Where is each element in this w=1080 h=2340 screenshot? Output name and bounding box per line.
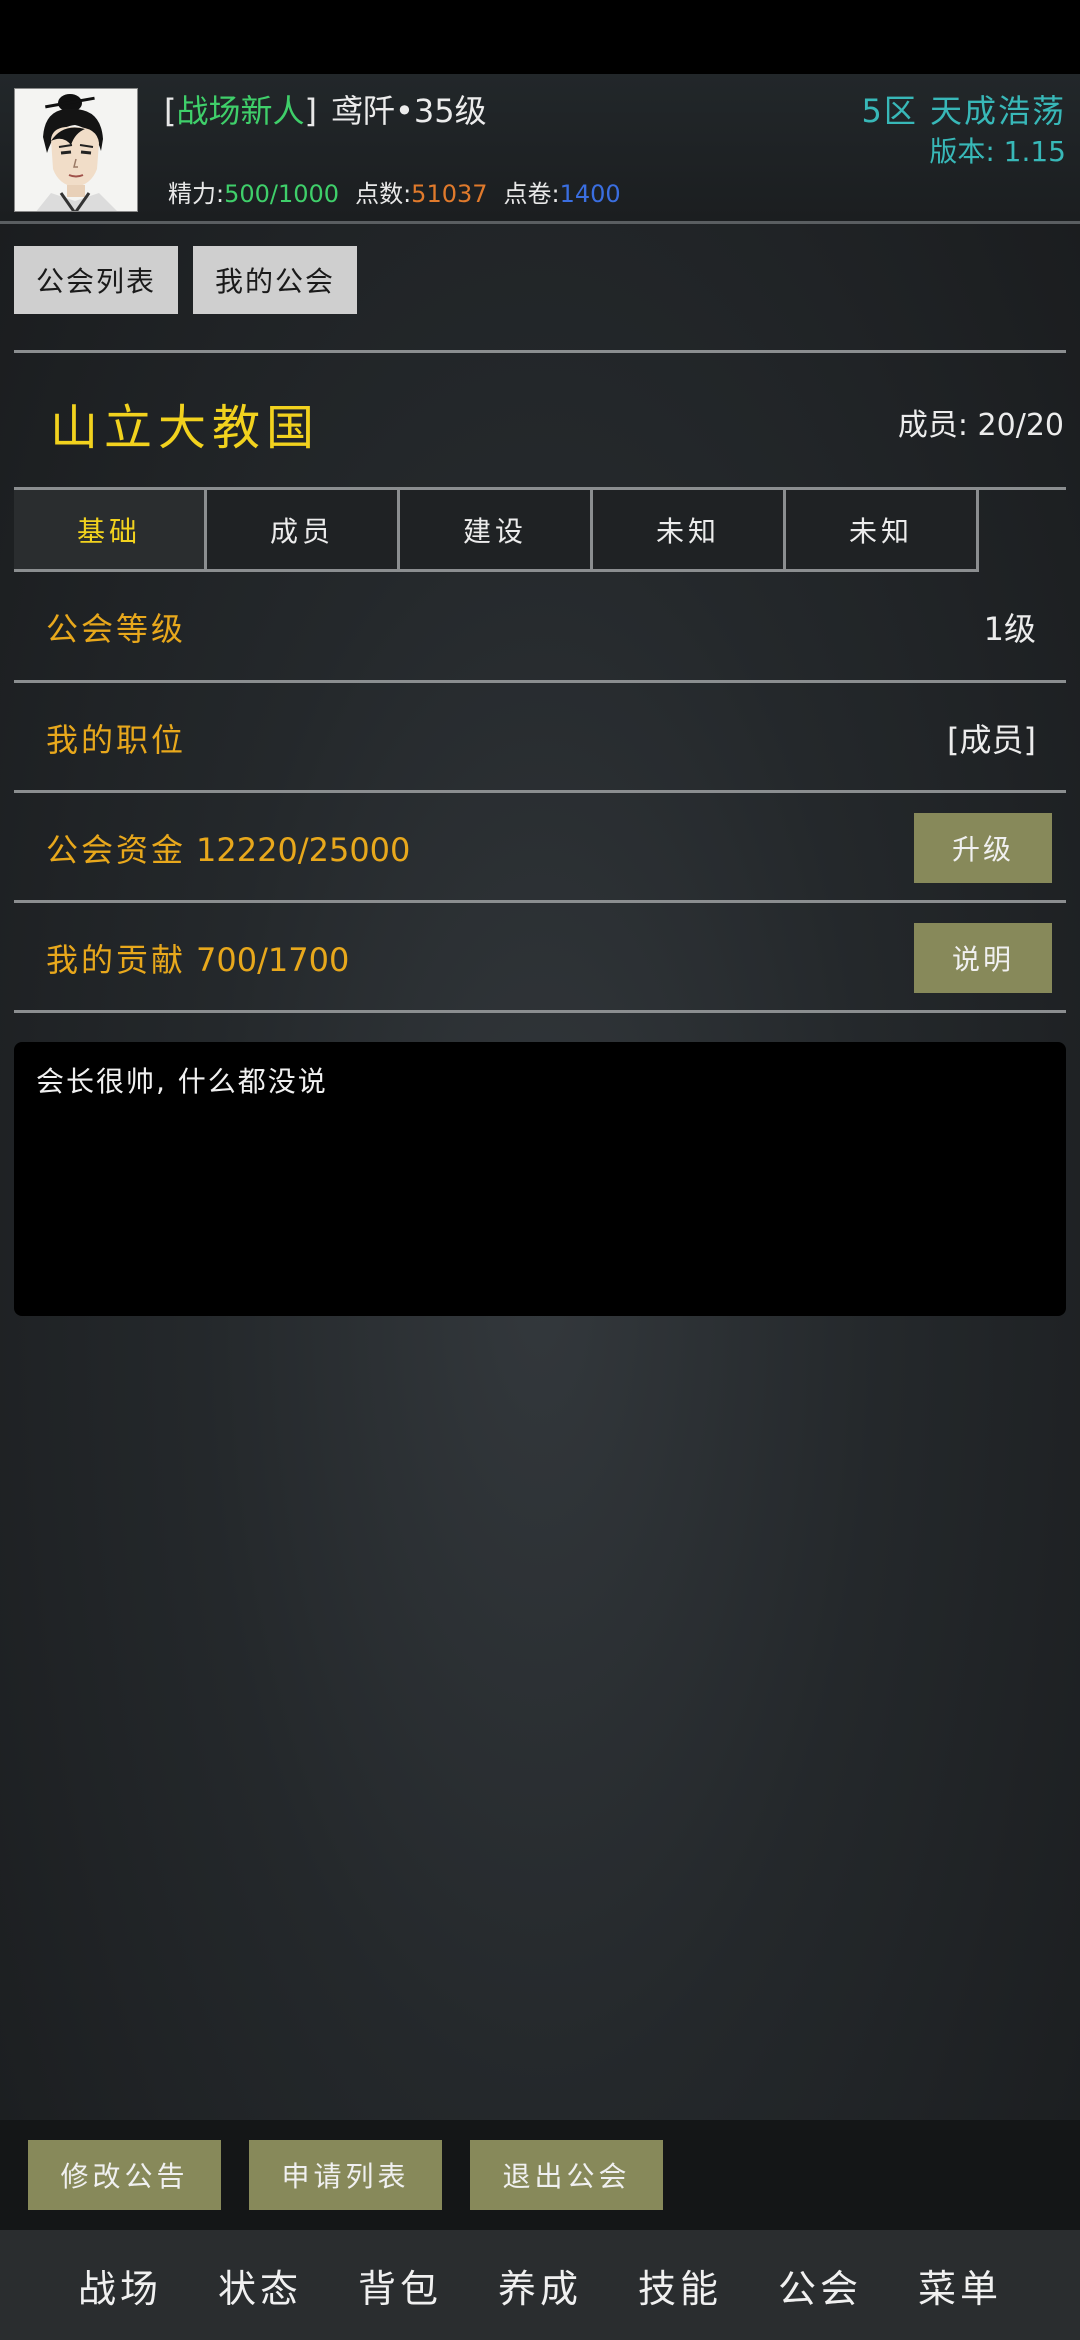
edit-notice-button[interactable]: 修改公告 <box>28 2140 221 2210</box>
guild-funds-value: 12220/25000 <box>196 831 411 869</box>
points-label: 点数: <box>355 180 412 208</box>
tab-basic[interactable]: 基础 <box>14 490 207 572</box>
player-name-level: 鸢阡•35级 <box>330 92 487 130</box>
bottom-nav: 战场 状态 背包 养成 技能 公会 菜单 <box>0 2230 1080 2340</box>
tab-unknown-2[interactable]: 未知 <box>786 490 979 572</box>
nav-skills[interactable]: 技能 <box>610 2258 750 2313</box>
nav-menu[interactable]: 菜单 <box>890 2258 1030 2313</box>
guild-name: 山立大教国 <box>50 400 321 456</box>
guild-members: 成员: 20/20 <box>898 400 1064 444</box>
player-stats: 精力:500/1000 点数:51037 点卷:1400 <box>168 174 621 209</box>
title-bracket-open: [ <box>164 92 177 130</box>
energy-label: 精力: <box>168 180 225 208</box>
energy-value: 500/1000 <box>224 180 340 208</box>
my-contribution-label-text: 我的贡献 <box>46 941 187 979</box>
nav-battlefield[interactable]: 战场 <box>50 2258 190 2313</box>
version-label: 版本: 1.15 <box>929 135 1066 168</box>
my-position-value: [成员] <box>947 721 1036 759</box>
my-contribution-value: 700/1700 <box>196 941 350 979</box>
upgrade-button[interactable]: 升级 <box>914 813 1052 883</box>
members-label: 成员: <box>897 408 968 443</box>
nav-guild[interactable]: 公会 <box>750 2258 890 2313</box>
explain-button[interactable]: 说明 <box>914 923 1052 993</box>
tab-members[interactable]: 成员 <box>207 490 400 572</box>
vouchers-label: 点卷: <box>503 180 560 208</box>
divider <box>14 350 1066 353</box>
nav-cultivation[interactable]: 养成 <box>470 2258 610 2313</box>
status-bar <box>0 0 1080 74</box>
guild-action-bar: 修改公告 申请列表 退出公会 <box>0 2120 1080 2230</box>
application-list-button[interactable]: 申请列表 <box>249 2140 442 2210</box>
title-bracket-close: ] <box>304 92 317 130</box>
avatar[interactable] <box>14 88 138 212</box>
my-contribution-row: 我的贡献 700/1700 说明 <box>14 903 1066 1013</box>
vouchers-value: 1400 <box>559 180 621 208</box>
guild-notice-box: 会长很帅, 什么都没说 <box>14 1042 1066 1316</box>
server-name: 5区 天成浩荡 <box>861 92 1066 130</box>
points-value: 51037 <box>411 180 488 208</box>
player-title-line: [战场新人] 鸢阡•35级 <box>164 86 487 132</box>
my-position-label: 我的职位 <box>46 721 187 759</box>
avatar-portrait-icon <box>15 89 137 211</box>
guild-funds-label-text: 公会资金 <box>46 831 187 869</box>
guild-level-row: 公会等级 1级 <box>14 572 1066 682</box>
guild-notice-text: 会长很帅, 什么都没说 <box>36 1065 328 1098</box>
divider <box>14 1010 1066 1013</box>
guild-list-button[interactable]: 公会列表 <box>14 246 178 314</box>
guild-level-label: 公会等级 <box>46 610 187 648</box>
guild-funds-row: 公会资金 12220/25000 升级 <box>14 793 1066 903</box>
guild-funds-label: 公会资金 12220/25000 <box>46 825 410 871</box>
player-header: [战场新人] 鸢阡•35级 5区 天成浩荡 版本: 1.15 精力:500/100… <box>0 74 1080 224</box>
leave-guild-button[interactable]: 退出公会 <box>470 2140 663 2210</box>
nav-status[interactable]: 状态 <box>190 2258 330 2313</box>
guild-level-value: 1级 <box>983 610 1036 648</box>
guild-tabs: 基础 成员 建设 未知 未知 <box>14 490 979 572</box>
tab-construction[interactable]: 建设 <box>400 490 593 572</box>
my-contribution-label: 我的贡献 700/1700 <box>46 935 349 981</box>
members-value: 20/20 <box>977 408 1064 443</box>
nav-backpack[interactable]: 背包 <box>330 2258 470 2313</box>
my-guild-button[interactable]: 我的公会 <box>193 246 357 314</box>
my-position-row: 我的职位 [成员] <box>14 683 1066 793</box>
tab-unknown-1[interactable]: 未知 <box>593 490 786 572</box>
player-title-tag: 战场新人 <box>176 92 305 130</box>
